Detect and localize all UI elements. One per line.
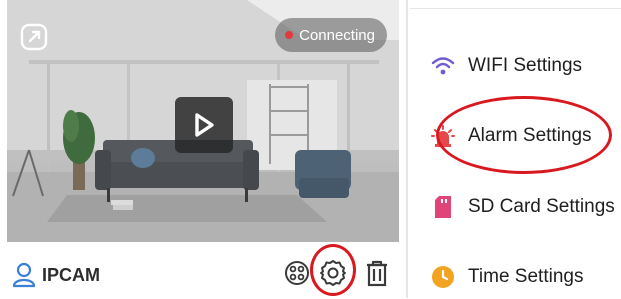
camera-name: IPCAM	[42, 265, 100, 285]
camera-toolbar: IPCAM	[0, 250, 404, 298]
menu-item-wifi-settings[interactable]: WIFI Settings	[410, 44, 621, 88]
menu-item-sd-card-settings[interactable]: SD Card Settings	[410, 185, 621, 229]
menu-item-time-settings[interactable]: Time Settings	[410, 255, 621, 299]
alarm-siren-icon	[430, 123, 456, 149]
share-external-icon	[20, 23, 48, 51]
share-button[interactable]	[17, 20, 51, 54]
wifi-icon	[430, 53, 456, 79]
time-settings-label: Time Settings	[468, 266, 584, 287]
connection-status-badge: Connecting	[275, 18, 387, 52]
trash-icon	[367, 260, 387, 287]
status-dot	[285, 31, 294, 39]
cloud-playback-button[interactable]	[282, 258, 312, 288]
connection-status-label: Connecting	[299, 26, 375, 44]
play-icon	[195, 113, 214, 137]
user-icon	[12, 262, 36, 288]
menu-item-alarm-settings[interactable]: Alarm Settings	[410, 114, 621, 158]
gear-icon	[320, 260, 346, 286]
sd-card-icon	[430, 194, 456, 220]
settings-button[interactable]	[318, 258, 348, 288]
settings-menu: WIFI Settings Alarm Settings SD Card Set…	[410, 0, 621, 298]
play-button[interactable]	[175, 97, 233, 153]
clock-icon	[430, 264, 456, 290]
alarm-settings-label: Alarm Settings	[468, 125, 592, 146]
camera-preview[interactable]: Connecting	[7, 0, 399, 242]
camera-card: Connecting IPCAM	[0, 0, 404, 298]
top-divider	[410, 8, 621, 9]
panel-divider	[406, 0, 408, 298]
delete-button[interactable]	[362, 258, 392, 288]
cloud-playback-icon	[285, 261, 309, 285]
sd-card-settings-label: SD Card Settings	[468, 196, 615, 217]
wifi-settings-label: WIFI Settings	[468, 55, 583, 76]
